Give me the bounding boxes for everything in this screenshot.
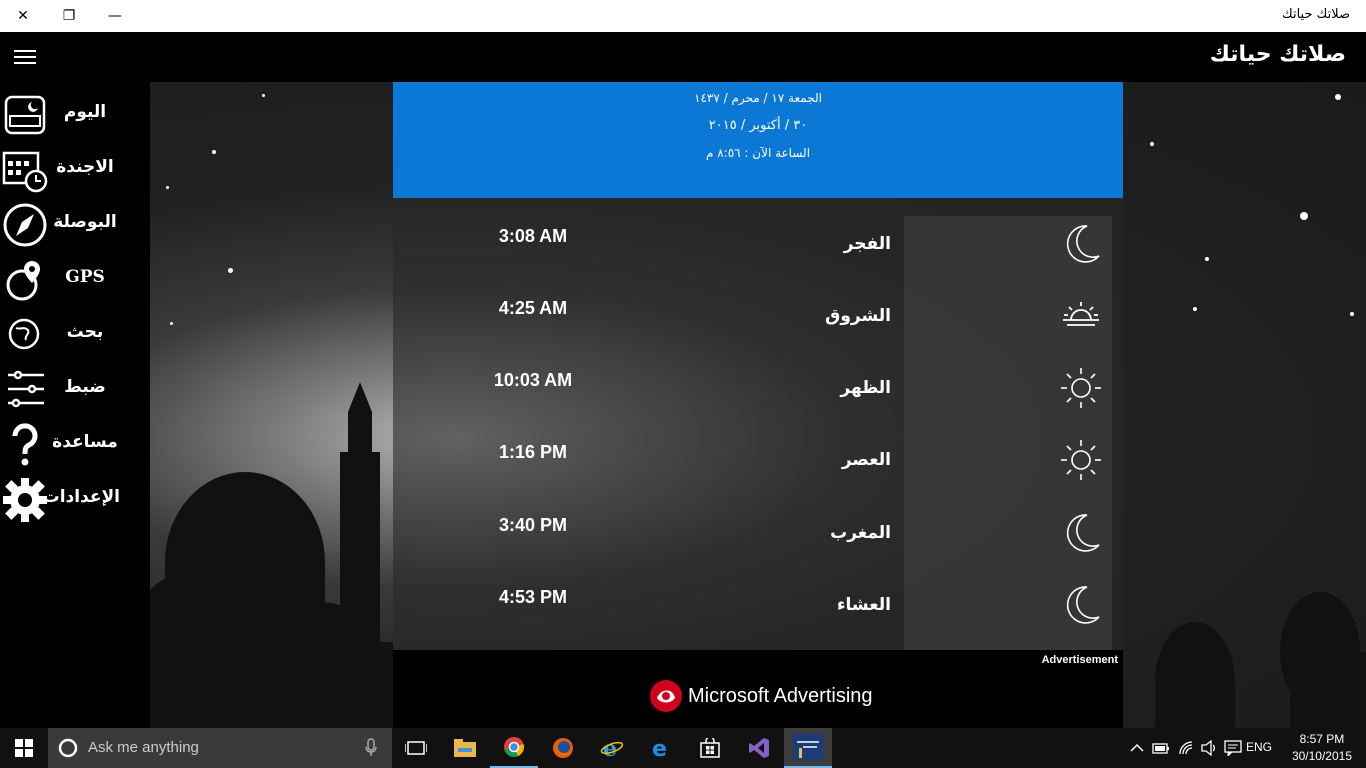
minimize-button[interactable]: — — [92, 0, 138, 32]
svg-text:e: e — [652, 737, 667, 759]
wifi-icon[interactable] — [1178, 740, 1194, 756]
prayer-time: 4:53 PM — [498, 587, 568, 607]
visual-studio-icon[interactable] — [735, 728, 783, 768]
sidebar-item-label: ضبط — [64, 377, 106, 397]
ad-logo[interactable]: Microsoft Advertising — [648, 676, 873, 716]
clock-time: 8:57 PM — [1299, 732, 1345, 746]
current-time: الساعة الآن : ٨:٥٦ م — [705, 146, 811, 160]
cortana-icon — [58, 738, 78, 758]
sunrise-icon — [1063, 302, 1099, 326]
prayer-time: 4:25 AM — [498, 298, 568, 318]
sidebar-item-settings[interactable]: الإعدادات — [0, 475, 150, 527]
prayer-row-isha: 4:53 PM العشاء — [393, 577, 1123, 649]
prayer-time: 3:08 AM — [498, 226, 568, 246]
clock-date: 30/10/2015 — [1291, 749, 1352, 763]
prayer-name: الشروق — [825, 306, 891, 326]
sidebar-item-adjust[interactable]: ضبط — [0, 365, 150, 417]
prayer-name: العصر — [841, 450, 891, 470]
gear-icon — [3, 478, 47, 522]
hijri-date: الجمعة ١٧ / محرم / ١٤٣٧ — [694, 91, 822, 105]
hamburger-menu-icon[interactable] — [14, 50, 36, 64]
sun-icon — [1061, 440, 1101, 480]
sidebar-item-search[interactable]: بحث — [0, 310, 150, 362]
prayer-row-shuruq: 4:25 AM الشروق — [393, 288, 1123, 360]
action-center-icon[interactable] — [1224, 740, 1242, 756]
ad-label: Advertisement — [1041, 654, 1118, 666]
microphone-icon[interactable] — [364, 738, 378, 758]
prayer-row-fajr: 3:08 AM الفجر — [393, 216, 1123, 288]
sidebar-item-label: اليوم — [63, 102, 107, 122]
sliders-icon — [8, 370, 44, 408]
taskbar: Ask me anything e e ENG 8:57 PM 30/10/20… — [0, 728, 1366, 768]
prayer-time: 3:40 PM — [498, 515, 568, 535]
svg-text:e: e — [603, 737, 617, 759]
calendar-clock-icon — [2, 151, 48, 193]
prayer-time: 10:03 AM — [493, 370, 573, 390]
ad-banner[interactable]: Advertisement Microsoft Advertising — [393, 650, 1123, 728]
firefox-icon[interactable] — [539, 728, 587, 768]
task-view-icon[interactable] — [392, 728, 440, 768]
window-title-bar: ✕ ❐ — صلاتك حياتك — [0, 0, 1366, 32]
prayer-list: 3:08 AM الفجر 4:25 AM الشروق 10:03 AM ال… — [393, 198, 1123, 650]
input-language[interactable]: ENG — [1246, 740, 1272, 754]
app-header: صلاتك حياتك — [0, 32, 1366, 82]
sidebar-item-label: الإعدادات — [42, 487, 120, 507]
crescent-moon-icon — [1066, 586, 1100, 624]
search-placeholder: Ask me anything — [88, 739, 199, 756]
sidebar-item-gps[interactable]: GPS — [0, 255, 150, 307]
chevron-up-icon[interactable] — [1130, 743, 1144, 753]
microsoft-advertising-logo-icon — [650, 680, 682, 712]
volume-icon[interactable] — [1200, 740, 1218, 756]
salatak-app-icon[interactable] — [784, 728, 832, 768]
prayer-name: المغرب — [830, 523, 891, 543]
compass-icon — [3, 203, 47, 247]
restore-button[interactable]: ❐ — [46, 0, 92, 32]
gregorian-date: ٣٠ / أكتوبر / ٢٠١٥ — [708, 118, 808, 133]
prayer-row-asr: 1:16 PM العصر — [393, 432, 1123, 504]
prayer-name: الفجر — [843, 234, 891, 254]
prayer-name: العشاء — [836, 595, 891, 615]
crescent-moon-icon — [1066, 225, 1100, 263]
window-title: صلاتك حياتك — [1282, 7, 1350, 22]
crescent-moon-icon — [1066, 514, 1100, 552]
prayer-name: الظهر — [840, 378, 891, 398]
windows-logo-icon — [15, 739, 33, 757]
sidebar-item-label: GPS — [65, 267, 105, 287]
clock[interactable]: 8:57 PM 30/10/2015 — [1292, 731, 1352, 765]
edge-icon[interactable]: e — [637, 728, 685, 768]
cortana-search-box[interactable]: Ask me anything — [48, 728, 392, 768]
file-explorer-icon[interactable] — [441, 728, 489, 768]
prayer-row-maghrib: 3:40 PM المغرب — [393, 505, 1123, 577]
today-icon — [4, 95, 46, 135]
sidebar-item-label: بحث — [66, 322, 104, 342]
close-button[interactable]: ✕ — [0, 0, 46, 32]
sidebar-item-label: مساعدة — [52, 432, 118, 452]
prayer-time: 1:16 PM — [498, 442, 568, 462]
battery-icon[interactable] — [1152, 741, 1170, 755]
sidebar-item-compass[interactable]: البوصلة — [0, 200, 150, 252]
internet-explorer-icon[interactable]: e — [588, 728, 636, 768]
prayer-times-panel: الجمعة ١٧ / محرم / ١٤٣٧ ٣٠ / أكتوبر / ٢٠… — [393, 82, 1123, 728]
app-name: صلاتك حياتك — [1209, 42, 1346, 67]
date-header: الجمعة ١٧ / محرم / ١٤٣٧ ٣٠ / أكتوبر / ٢٠… — [393, 82, 1123, 198]
store-icon[interactable] — [686, 728, 734, 768]
sidebar-item-label: الاجندة — [56, 157, 114, 177]
ad-brand-text: Microsoft Advertising — [688, 684, 873, 707]
sidebar-item-label: البوصلة — [53, 212, 117, 232]
sidebar-item-today[interactable]: اليوم — [0, 90, 150, 142]
sidebar-nav: اليوم الاجندة البوصلة GPS بحث ضبط مساعدة… — [0, 82, 150, 728]
chrome-icon[interactable] — [490, 728, 538, 768]
sun-icon — [1061, 368, 1101, 408]
start-button[interactable] — [0, 728, 48, 768]
prayer-row-dhuhr: 10:03 AM الظهر — [393, 360, 1123, 432]
question-icon — [12, 423, 38, 466]
sidebar-item-agenda[interactable]: الاجندة — [0, 145, 150, 197]
sidebar-item-help[interactable]: مساعدة — [0, 420, 150, 472]
gps-globe-icon — [6, 261, 40, 301]
search-globe-icon — [8, 318, 40, 350]
